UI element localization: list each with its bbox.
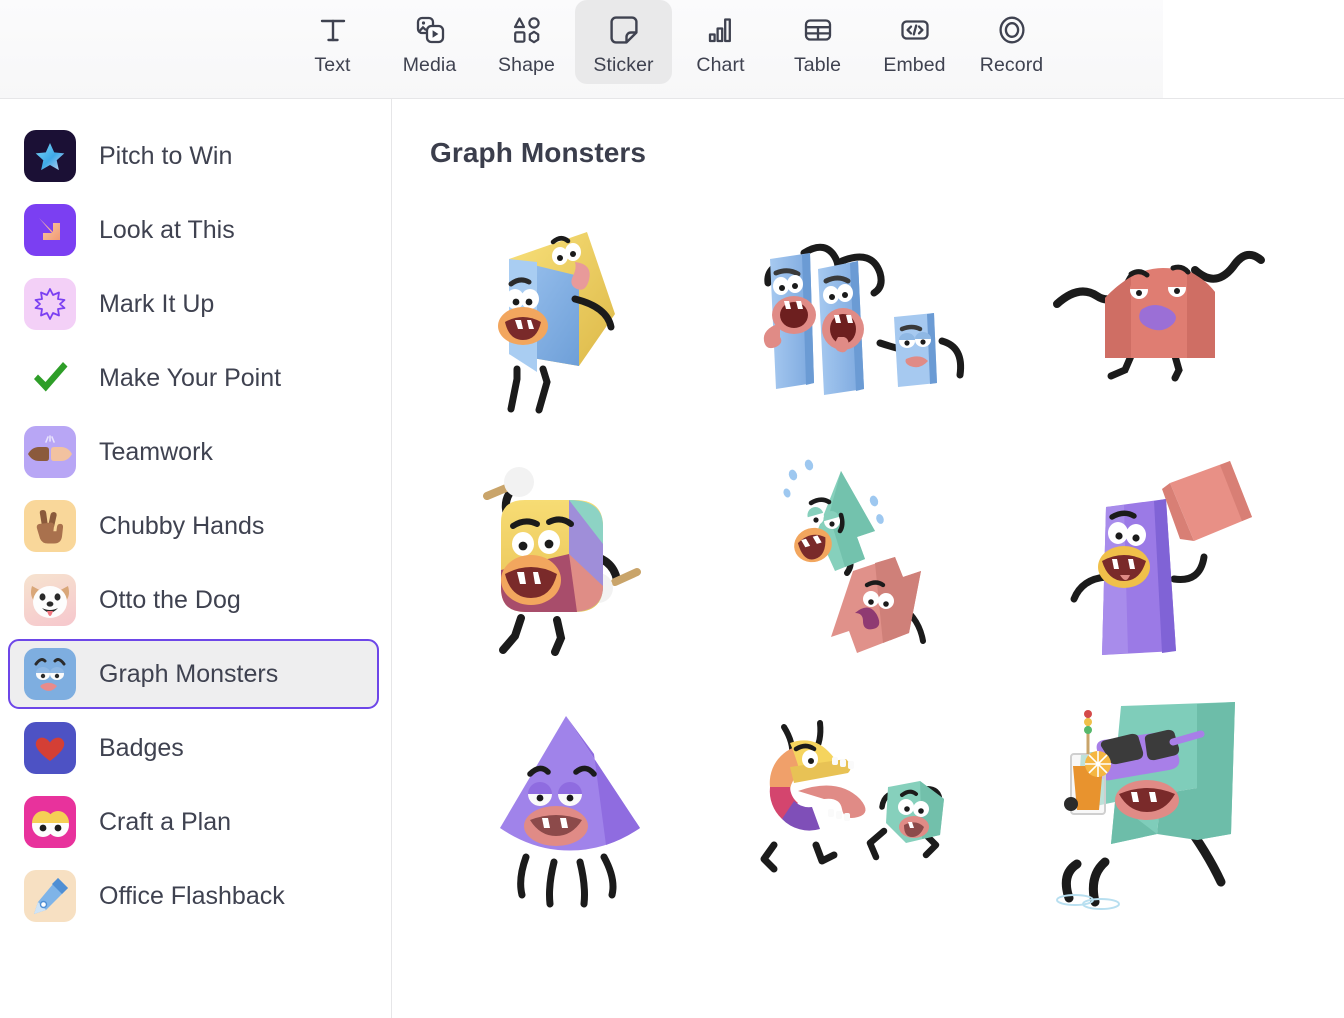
toolbar-item-text[interactable]: Text	[284, 0, 381, 84]
sidebar-item-label: Otto the Dog	[99, 585, 241, 614]
screaming-bars-monster-sticker[interactable]	[725, 203, 1010, 439]
toolbar-label-sticker: Sticker	[593, 54, 654, 76]
sidebar-item-label: Graph Monsters	[99, 659, 279, 688]
peace-hand-thumb	[24, 500, 76, 552]
sidebar-item-chubby-hands[interactable]: Chubby Hands	[8, 491, 379, 561]
chart-icon	[701, 10, 741, 50]
sidebar-item-teamwork[interactable]: Teamwork	[8, 417, 379, 487]
toolbar-item-shape[interactable]: Shape	[478, 0, 575, 84]
sidebar-item-label: Teamwork	[99, 437, 213, 466]
donut-chasing-cube-sticker[interactable]	[725, 691, 1010, 927]
sticker-content-panel: Graph Monsters	[392, 99, 1344, 1018]
sidebar-item-label: Craft a Plan	[99, 807, 232, 836]
relaxing-arrow-monster-sticker[interactable]	[1019, 691, 1304, 927]
sidebar-item-label: Badges	[99, 733, 184, 762]
sticker-grid	[430, 203, 1304, 927]
toolbar-item-table[interactable]: Table	[769, 0, 866, 84]
table-icon	[798, 10, 838, 50]
star-sticker-thumb	[24, 130, 76, 182]
toolbar-label-media: Media	[402, 54, 457, 76]
toolbar-label-chart: Chart	[696, 54, 745, 76]
dog-face-thumb	[24, 574, 76, 626]
burst-outline-thumb	[24, 278, 76, 330]
down-arrow-hand-thumb	[24, 204, 76, 256]
sidebar-item-label: Office Flashback	[99, 881, 285, 910]
sidebar-item-badges[interactable]: Badges	[8, 713, 379, 783]
pen-nib-thumb	[24, 870, 76, 922]
purple-bar-lifting-monster-sticker[interactable]	[1019, 447, 1304, 683]
media-icon	[410, 10, 450, 50]
heart-thumb	[24, 722, 76, 774]
toolbar-label-record: Record	[979, 54, 1044, 76]
record-icon	[992, 10, 1032, 50]
insert-toolbar: Text Media Shape Sticker Chart Table Emb…	[0, 0, 1344, 99]
sidebar-item-office-flashback[interactable]: Office Flashback	[8, 861, 379, 931]
page-title: Graph Monsters	[430, 137, 647, 168]
sidebar-item-label: Make Your Point	[99, 363, 282, 392]
shape-icon	[507, 10, 547, 50]
sidebar-item-label: Look at This	[99, 215, 235, 244]
sidebar-item-otto-the-dog[interactable]: Otto the Dog	[8, 565, 379, 635]
toolbar-item-embed[interactable]: Embed	[866, 0, 963, 84]
sticker-icon	[604, 10, 644, 50]
sidebar-item-make-your-point[interactable]: Make Your Point	[8, 343, 379, 413]
sidebar-item-look-at-this[interactable]: Look at This	[8, 195, 379, 265]
sidebar-item-label: Mark It Up	[99, 289, 215, 318]
sidebar-item-mark-it-up[interactable]: Mark It Up	[8, 269, 379, 339]
googly-eyes-thumb	[24, 796, 76, 848]
up-down-arrow-monsters-sticker[interactable]	[725, 447, 1010, 683]
sidebar-item-label: Pitch to Win	[99, 141, 233, 170]
toolbar-item-sticker[interactable]: Sticker	[575, 0, 672, 84]
sad-cone-monster-sticker[interactable]	[430, 691, 715, 927]
toolbar-label-embed: Embed	[883, 54, 946, 76]
drummer-pie-monster-sticker[interactable]	[430, 447, 715, 683]
red-area-chart-monster-sticker[interactable]	[1019, 203, 1304, 439]
toolbar-item-record[interactable]: Record	[963, 0, 1060, 84]
pie-slice-monster-sticker[interactable]	[430, 203, 715, 439]
toolbar-label-text: Text	[314, 54, 351, 76]
text-icon	[313, 10, 353, 50]
sidebar-item-graph-monsters[interactable]: Graph Monsters	[8, 639, 379, 709]
embed-icon	[895, 10, 935, 50]
toolbar-item-chart[interactable]: Chart	[672, 0, 769, 84]
blue-monster-face-thumb	[24, 648, 76, 700]
picker-body: Pitch to Win Look at This Mark It Up Mak…	[0, 99, 1344, 1018]
sticker-pack-sidebar: Pitch to Win Look at This Mark It Up Mak…	[0, 99, 392, 1018]
toolbar-label-shape: Shape	[498, 54, 555, 76]
toolbar-item-media[interactable]: Media	[381, 0, 478, 84]
green-check-thumb	[24, 352, 76, 404]
toolbar-label-table: Table	[793, 54, 842, 76]
sidebar-item-pitch-to-win[interactable]: Pitch to Win	[8, 121, 379, 191]
sidebar-item-craft-a-plan[interactable]: Craft a Plan	[8, 787, 379, 857]
fist-bump-thumb	[24, 426, 76, 478]
sidebar-item-label: Chubby Hands	[99, 511, 265, 540]
